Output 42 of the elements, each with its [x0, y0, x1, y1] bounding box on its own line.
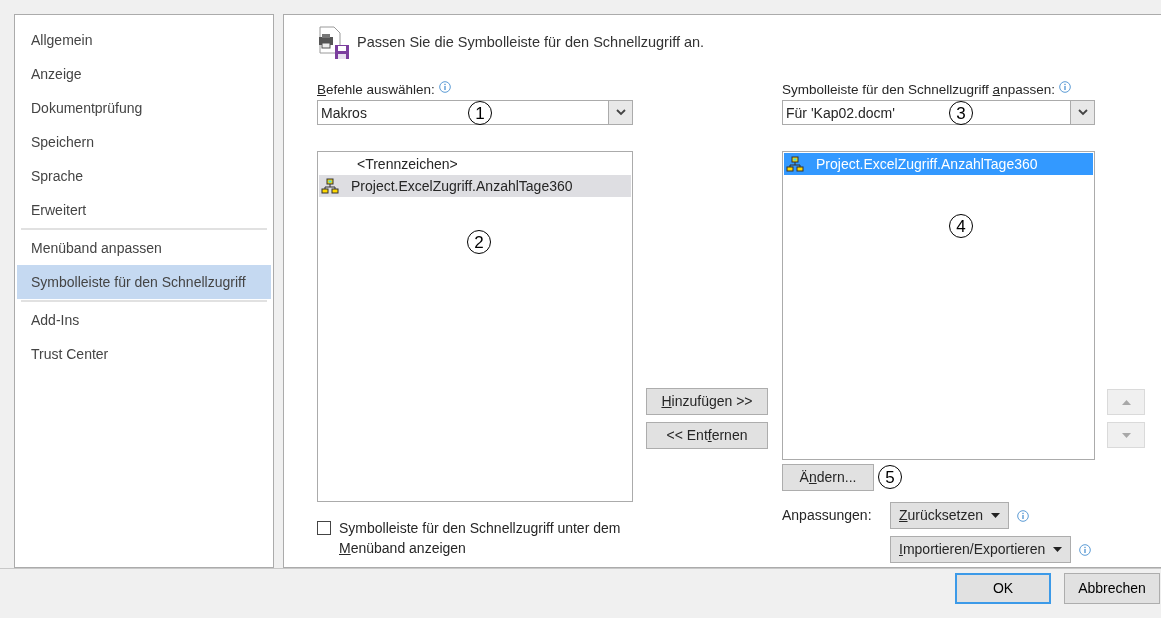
list-item[interactable]: <Trennzeichen>: [319, 153, 631, 175]
sidebar-item[interactable]: Allgemein: [17, 23, 271, 57]
command-button[interactable]: Hinzufügen >>: [646, 388, 768, 415]
sidebar-item[interactable]: Dokumentprüfung: [17, 91, 271, 125]
dropdown-button[interactable]: Zurücksetzen: [890, 502, 1010, 529]
sidebar-item[interactable]: Speichern: [17, 125, 271, 159]
chevron-down-icon: [1077, 109, 1088, 116]
sidebar-item[interactable]: Add-Ins: [17, 303, 271, 337]
quick-access-toolbar-icon: [317, 25, 351, 61]
page-heading: Passen Sie die Symbolleiste für den Schnellzugriff an.: [357, 33, 705, 53]
cancel-button[interactable]: Abbrechen: [1064, 573, 1160, 604]
sidebar-item[interactable]: Menüband anpassen: [17, 231, 271, 265]
caret-icon: [991, 513, 1001, 518]
info-icon: [1017, 509, 1030, 522]
sidebar-item[interactable]: Anzeige: [17, 57, 271, 91]
sidebar-item[interactable]: Trust Center: [17, 337, 271, 371]
sidebar-item[interactable]: Symbolleiste für den Schnellzugriff: [17, 265, 271, 299]
dropdown-button[interactable]: Importieren/Exportieren: [890, 536, 1072, 563]
chevron-down-icon: [615, 109, 626, 116]
customizations-label: Anpassungen:: [782, 506, 873, 525]
list-box[interactable]: Project.ExcelZugriff.AnzahlTage360 4: [782, 151, 1095, 460]
dropdown[interactable]: Für 'Kap02.docm' 3: [782, 100, 1095, 125]
field-label: Symbolleiste für den Schnellzugriff anpassen:: [782, 81, 1055, 99]
sidebar-item[interactable]: Sprache: [17, 159, 271, 193]
checkbox-label: Symbolleiste für den Schnellzugriff unter dem Menüband anzeigen: [339, 519, 622, 558]
checkbox[interactable]: [317, 521, 331, 535]
info-icon: [438, 81, 451, 93]
arrow-up-icon: [1121, 399, 1131, 405]
modify-button[interactable]: Ändern...: [782, 464, 874, 491]
ok-button[interactable]: OK: [955, 573, 1051, 604]
field-label: Befehle auswählen:: [317, 81, 435, 99]
hierarchy-icon: [786, 156, 804, 172]
info-icon: [1079, 543, 1092, 556]
dropdown[interactable]: Makros 1: [317, 100, 633, 125]
sidebar-item[interactable]: Erweitert: [17, 193, 271, 227]
arrow-down-icon: [1121, 432, 1131, 438]
hierarchy-icon: [321, 178, 339, 194]
info-icon: [1058, 81, 1071, 93]
command-button[interactable]: << Entfernen: [646, 422, 768, 449]
caret-icon: [1053, 547, 1063, 552]
list-item[interactable]: Project.ExcelZugriff.AnzahlTage360: [319, 175, 631, 197]
list-box[interactable]: <Trennzeichen> Project.ExcelZugriff.AnzahlTage360 2: [317, 151, 633, 502]
